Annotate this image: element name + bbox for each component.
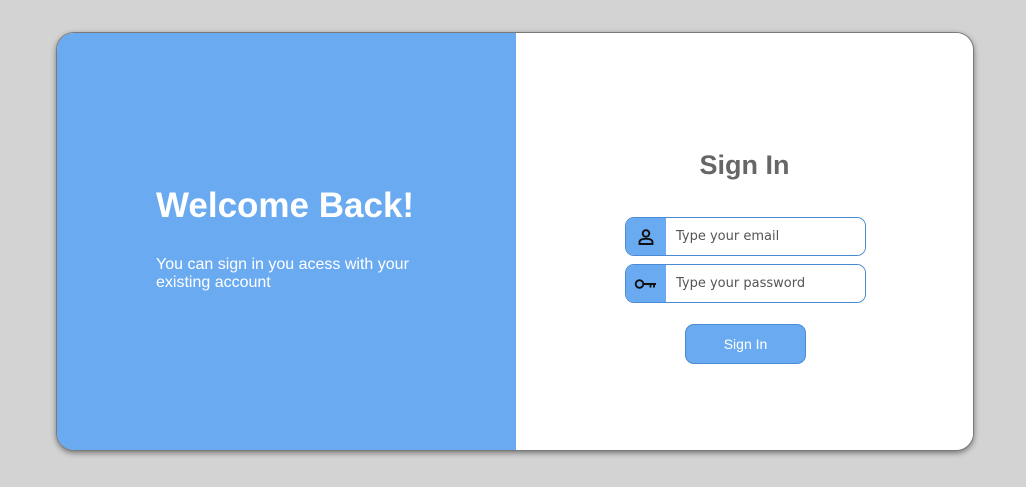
sign-in-button[interactable]: Sign In <box>685 324 806 364</box>
password-input[interactable] <box>666 265 865 302</box>
email-field <box>625 217 866 256</box>
signin-panel: Sign In Sign In <box>516 33 973 450</box>
welcome-panel: Welcome Back! You can sign in you acess … <box>57 33 516 450</box>
key-icon <box>626 265 666 302</box>
email-input[interactable] <box>666 218 865 255</box>
login-card: Welcome Back! You can sign in you acess … <box>56 32 974 451</box>
signin-title: Sign In <box>699 150 790 180</box>
password-field <box>625 264 866 303</box>
welcome-text: You can sign in you acess with your exis… <box>156 256 409 291</box>
welcome-title: Welcome Back! <box>156 186 415 225</box>
user-icon <box>626 218 666 255</box>
